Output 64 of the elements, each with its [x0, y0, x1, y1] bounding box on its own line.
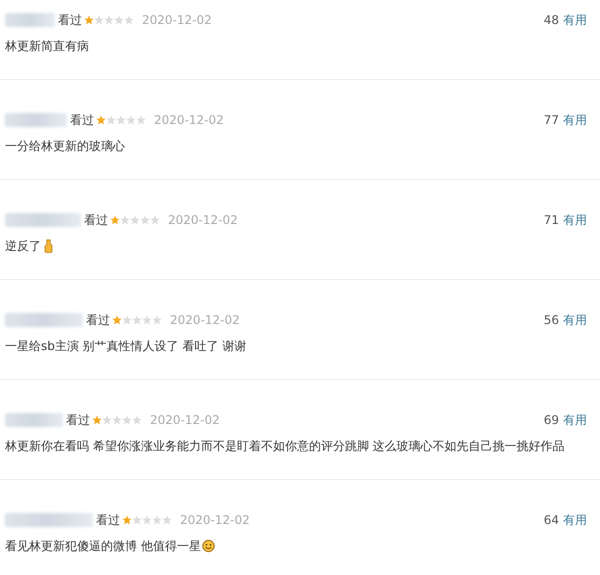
review-date: 2020-12-02	[170, 313, 240, 327]
watched-label: 看过	[66, 412, 90, 428]
review-text: 一星给sb主演 别艹真性情人设了 看吐了 谢谢	[5, 338, 246, 354]
star-icon	[112, 415, 122, 425]
star-icon	[84, 15, 94, 25]
star-icon	[110, 215, 120, 225]
review-text: 林更新简直有病	[5, 38, 89, 54]
star-icon	[136, 115, 146, 125]
vote-count: 77	[544, 113, 559, 127]
smiley-icon	[202, 539, 215, 553]
useful-link[interactable]: 有用	[563, 212, 587, 228]
vote-count: 71	[544, 213, 559, 227]
star-icon	[162, 515, 172, 525]
star-icon	[116, 115, 126, 125]
vote-count: 69	[544, 413, 559, 427]
vote-count: 64	[544, 513, 559, 527]
review-text: 林更新你在看吗 希望你涨涨业务能力而不是盯着不如你意的评分跳脚 这么玻璃心不如先自己挑一挑好作品	[5, 438, 565, 454]
star-icon	[122, 415, 132, 425]
blurred-username	[5, 13, 55, 27]
star-icon	[150, 215, 160, 225]
star-icon	[122, 315, 132, 325]
watched-label: 看过	[84, 212, 108, 228]
review-date: 2020-12-02	[168, 213, 238, 227]
star-icon	[120, 215, 130, 225]
star-icon	[102, 415, 112, 425]
star-icon	[94, 15, 104, 25]
star-icon	[132, 415, 142, 425]
review-date: 2020-12-02	[142, 13, 212, 27]
vote-count: 48	[544, 13, 559, 27]
blurred-username	[5, 413, 63, 427]
review-date: 2020-12-02	[154, 113, 224, 127]
watched-label: 看过	[86, 312, 110, 328]
star-icon	[132, 515, 142, 525]
review-text: 一分给林更新的玻璃心	[5, 138, 125, 154]
star-icon	[106, 115, 116, 125]
useful-link[interactable]: 有用	[563, 312, 587, 328]
star-icon	[92, 415, 102, 425]
review-date: 2020-12-02	[180, 513, 250, 527]
review-date: 2020-12-02	[150, 413, 220, 427]
star-icon	[142, 515, 152, 525]
star-icon	[132, 315, 142, 325]
useful-link[interactable]: 有用	[563, 412, 587, 428]
vote-count: 56	[544, 313, 559, 327]
star-icon	[112, 315, 122, 325]
star-icon	[142, 315, 152, 325]
star-icon	[104, 15, 114, 25]
useful-link[interactable]: 有用	[563, 12, 587, 28]
star-icon	[152, 515, 162, 525]
review-text: 逆反了	[5, 238, 41, 254]
watched-label: 看过	[58, 12, 82, 28]
star-icon	[140, 215, 150, 225]
review-text: 看见林更新犯傻逼的微博 他值得一星	[5, 538, 201, 554]
star-icon	[130, 215, 140, 225]
star-icon	[96, 115, 106, 125]
watched-label: 看过	[70, 112, 94, 128]
star-icon	[122, 515, 132, 525]
useful-link[interactable]: 有用	[563, 512, 587, 528]
useful-link[interactable]: 有用	[563, 112, 587, 128]
star-icon	[152, 315, 162, 325]
star-icon	[126, 115, 136, 125]
blurred-username	[5, 113, 67, 127]
star-icon	[124, 15, 134, 25]
star-icon	[114, 15, 124, 25]
watched-label: 看过	[96, 512, 120, 528]
